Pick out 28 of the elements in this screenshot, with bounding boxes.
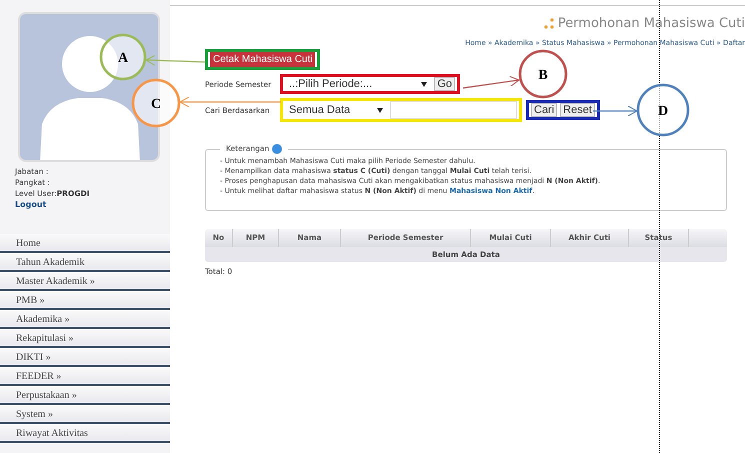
- menu-item[interactable]: Akademika »: [0, 310, 170, 329]
- menu-item[interactable]: Master Akademik »: [0, 272, 170, 291]
- menu-item[interactable]: Riwayat Aktivitas: [0, 424, 170, 443]
- help-icon: [272, 144, 282, 154]
- menu-item[interactable]: Home: [0, 234, 170, 253]
- menu-item[interactable]: System »: [0, 405, 170, 424]
- menu-item[interactable]: Tahun Akademik: [0, 253, 170, 272]
- print-button[interactable]: Cetak Mahasiswa Cuti: [210, 52, 316, 67]
- menu-item[interactable]: DIKTI »: [0, 348, 170, 367]
- dots-icon: [542, 18, 555, 30]
- callout-letter: A: [118, 51, 128, 66]
- page-title-text: Permohonan Mahasiswa Cuti: [558, 16, 745, 31]
- logout-link[interactable]: Logout: [15, 199, 46, 210]
- callout-letter: D: [658, 104, 668, 119]
- menu-item[interactable]: Rekapitulasi »: [0, 329, 170, 348]
- callout-letter: C: [150, 97, 162, 112]
- menu-item[interactable]: PMB »: [0, 291, 170, 310]
- leader-arrow: [462, 76, 520, 89]
- leader-arrow: [146, 54, 206, 66]
- callout-letter: B: [538, 68, 548, 83]
- dropdown-caret-icon: [377, 108, 383, 112]
- reset-button[interactable]: Reset: [560, 103, 595, 117]
- menu-item[interactable]: FEEDER »: [0, 367, 170, 386]
- go-button[interactable]: Go: [434, 77, 455, 91]
- leader-arrow: [593, 106, 638, 116]
- dropdown-caret-icon: [421, 82, 428, 86]
- search-button[interactable]: Cari: [531, 103, 558, 117]
- menu-item[interactable]: Perpustakaan »: [0, 386, 170, 405]
